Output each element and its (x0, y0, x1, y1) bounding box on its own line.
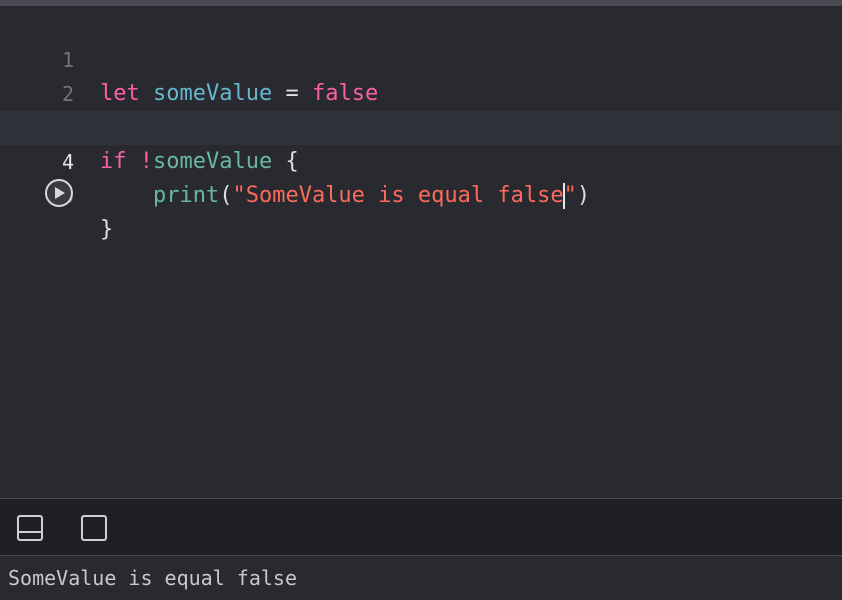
bottom-panel-icon (17, 515, 43, 541)
code-line-3[interactable]: 3 if !someValue { (0, 77, 842, 174)
debug-panel-bar (0, 498, 842, 556)
function-print: print (152, 183, 220, 208)
close-paren: ) (576, 183, 591, 208)
code-line-4-current[interactable]: 4 print("SomeValue is equal false") (0, 111, 842, 209)
square-panel-icon (81, 515, 107, 541)
code-line-5[interactable]: 5 } (0, 145, 842, 242)
close-brace: } (100, 217, 114, 242)
toggle-bottom-panel-button[interactable] (17, 515, 43, 541)
code-line-1[interactable]: 1 let someValue = false (0, 9, 842, 106)
code-content: print("SomeValue is equal false") (100, 179, 590, 213)
play-icon (55, 187, 65, 199)
code-content: } (100, 213, 113, 247)
console-output-area[interactable]: SomeValue is equal false (0, 556, 842, 600)
code-editor[interactable]: 1 let someValue = false 2 3 if !someValu… (0, 6, 842, 498)
string-end-quote: " (563, 183, 577, 208)
console-output-text: SomeValue is equal false (8, 566, 297, 590)
code-line-2[interactable]: 2 (0, 43, 842, 106)
toggle-square-panel-button[interactable] (81, 515, 107, 541)
open-paren: ( (219, 183, 233, 208)
string-literal: "SomeValue is equal false (232, 183, 564, 208)
run-playground-button[interactable] (45, 179, 73, 207)
